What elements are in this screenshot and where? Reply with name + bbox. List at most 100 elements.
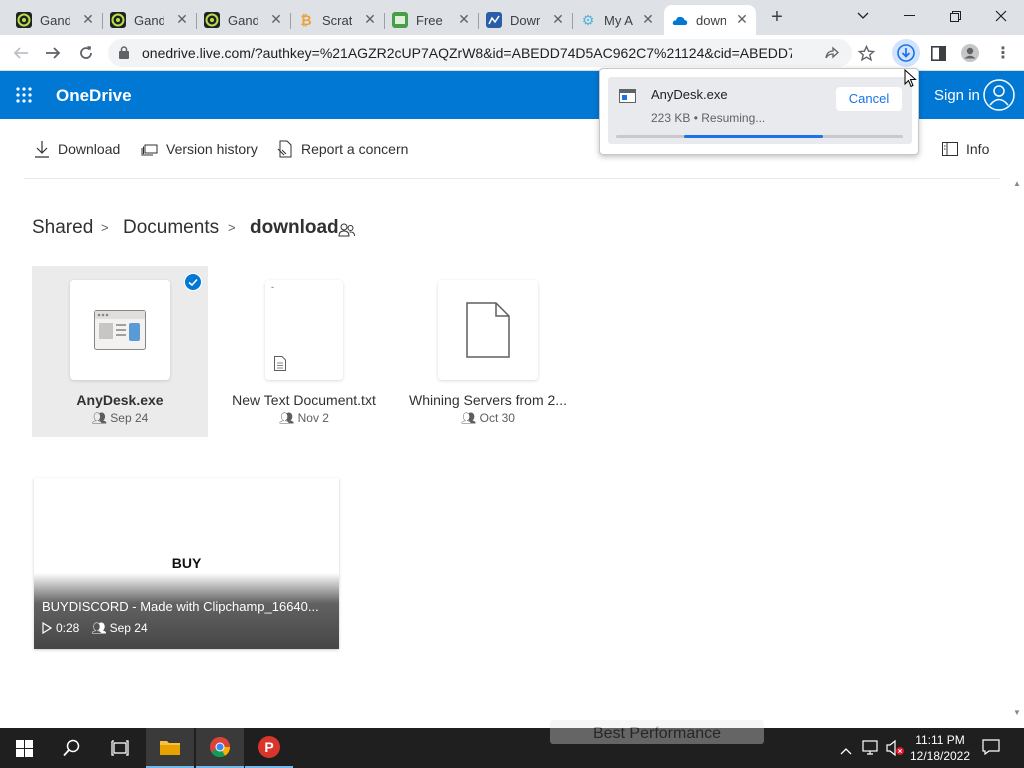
breadcrumb-shared[interactable]: Shared [32, 217, 93, 239]
shared-icon: 👥︎ [91, 411, 107, 425]
text-preview: - [271, 282, 274, 292]
task-view-icon[interactable] [96, 728, 144, 768]
version-history-command[interactable]: Version history [141, 140, 258, 158]
report-icon [277, 140, 292, 158]
tab-0[interactable]: Gand ✕ [8, 5, 103, 35]
file-name[interactable]: Whining Servers from 2... [400, 392, 576, 408]
close-tab-icon[interactable]: ✕ [550, 11, 566, 27]
download-item[interactable]: AnyDesk.exe 223 KB • Resuming... Cancel [608, 77, 912, 144]
file-tile-anydesk[interactable]: AnyDesk.exe 👥︎ Sep 24 [32, 266, 208, 437]
user-avatar-icon[interactable] [983, 79, 1015, 116]
sign-in-link[interactable]: Sign in [934, 87, 980, 104]
video-tile[interactable]: BUY BUYDISCORD - Made with Clipchamp_166… [34, 478, 339, 649]
close-tab-icon[interactable]: ✕ [174, 11, 190, 27]
report-concern-label: Report a concern [301, 141, 409, 157]
tab-title: Gand [40, 12, 70, 28]
video-duration: 0:28 [56, 621, 80, 635]
scroll-down-icon[interactable]: ▼ [1013, 708, 1021, 717]
clock[interactable]: 11:11 PM 12/18/2022 [908, 732, 972, 764]
version-history-icon [141, 144, 158, 155]
tray-chevron-icon[interactable] [840, 742, 852, 760]
forward-button[interactable] [39, 39, 67, 67]
share-icon[interactable] [824, 45, 840, 66]
minimize-button[interactable] [886, 0, 932, 32]
close-tab-icon[interactable]: ✕ [268, 11, 284, 27]
tab-title: Free [416, 12, 443, 28]
bookmark-star-icon[interactable] [852, 39, 880, 67]
network-icon[interactable] [862, 740, 880, 761]
shared-people-icon [338, 222, 356, 243]
breadcrumb-documents[interactable]: Documents [123, 217, 219, 239]
download-bubble: AnyDesk.exe 223 KB • Resuming... Cancel [599, 68, 919, 155]
close-tab-icon[interactable]: ✕ [362, 11, 378, 27]
scroll-up-icon[interactable]: ▲ [1013, 179, 1021, 188]
cancel-download-button[interactable]: Cancel [836, 87, 902, 111]
lock-icon[interactable] [119, 46, 129, 64]
breadcrumb-current: download [250, 217, 339, 238]
scratch-icon: ₿ [300, 12, 312, 28]
close-window-button[interactable] [978, 0, 1024, 32]
close-tab-icon[interactable]: ✕ [456, 11, 472, 27]
video-date: Sep 24 [109, 621, 148, 635]
app-launcher-icon[interactable] [16, 87, 32, 108]
psiphon-taskbar-icon[interactable]: P [245, 728, 293, 768]
settings-icon: ⚙ [581, 11, 595, 28]
download-progress-track [616, 135, 903, 138]
brand-name[interactable]: OneDrive [56, 86, 132, 106]
windows-start-icon[interactable] [0, 728, 48, 768]
clock-date: 12/18/2022 [909, 749, 971, 763]
tab-search-button[interactable] [840, 0, 886, 32]
notifications-icon[interactable] [982, 739, 1000, 760]
info-command[interactable]: Info [942, 140, 989, 158]
download-filename: AnyDesk.exe [651, 87, 728, 102]
chrome-taskbar-icon[interactable] [196, 728, 244, 768]
downloads-button[interactable] [892, 39, 920, 67]
browser-toolbar: onedrive.live.com/?authkey=%21AGZR2cUP7A… [0, 35, 1024, 71]
tab-6[interactable]: ⚙ My A ✕ [572, 5, 662, 35]
text-file-icon [274, 356, 286, 371]
selected-check-icon[interactable] [184, 273, 202, 296]
file-name[interactable]: New Text Document.txt [216, 392, 392, 408]
breadcrumb-chevron-icon: > [101, 220, 109, 235]
file-tile-text-document[interactable]: - New Text Document.txt 👥︎ Nov 2 [216, 266, 392, 437]
side-panel-icon[interactable] [924, 39, 952, 67]
volume-muted-icon[interactable] [885, 739, 905, 762]
profile-avatar-icon[interactable] [956, 39, 984, 67]
download-command[interactable]: Download [34, 140, 120, 158]
new-tab-button[interactable]: + [766, 7, 788, 29]
windows-taskbar: P Best Performance 11:11 PM 12/18/2022 [0, 720, 1024, 768]
tab-2[interactable]: Gand ✕ [196, 5, 291, 35]
tab-title: Dowr [510, 12, 540, 28]
command-bar-divider [24, 178, 1000, 179]
onedrive-icon [672, 12, 688, 28]
tab-1[interactable]: Gand ✕ [102, 5, 197, 35]
svg-text:P: P [264, 739, 273, 755]
close-tab-icon[interactable]: ✕ [734, 11, 750, 27]
file-name[interactable]: AnyDesk.exe [32, 392, 208, 408]
url-text: onedrive.live.com/?authkey=%21AGZR2cUP7A… [142, 45, 792, 61]
tab-5[interactable]: Dowr ✕ [478, 5, 573, 35]
close-tab-icon[interactable]: ✕ [80, 11, 96, 27]
shared-icon: 👥︎ [91, 621, 107, 635]
tab-3[interactable]: ₿ Scrat ✕ [290, 5, 385, 35]
file-thumbnail: - [265, 280, 343, 380]
download-site-icon [486, 12, 502, 28]
download-label: Download [58, 141, 121, 157]
file-thumbnail [70, 280, 170, 380]
close-tab-icon[interactable]: ✕ [640, 11, 656, 27]
tab-4[interactable]: Free ✕ [384, 5, 479, 35]
reload-button[interactable] [72, 39, 100, 67]
tab-active[interactable]: down ✕ [664, 5, 756, 35]
restore-button[interactable] [932, 0, 978, 32]
back-button[interactable] [7, 39, 35, 67]
chrome-menu-icon[interactable]: ⋮ [989, 39, 1017, 67]
video-name[interactable]: BUYDISCORD - Made with Clipchamp_16640..… [42, 599, 319, 614]
address-bar[interactable]: onedrive.live.com/?authkey=%21AGZR2cUP7A… [108, 39, 852, 67]
file-explorer-icon[interactable] [146, 728, 194, 768]
search-icon[interactable] [48, 728, 96, 768]
report-concern-command[interactable]: Report a concern [277, 140, 408, 158]
shared-icon: 👥︎ [279, 411, 295, 425]
page-scrollbar[interactable]: ▲ ▼ [1010, 178, 1024, 720]
file-tile-whining-servers[interactable]: Whining Servers from 2... 👥︎ Oct 30 [400, 266, 576, 437]
info-label: Info [966, 141, 990, 157]
